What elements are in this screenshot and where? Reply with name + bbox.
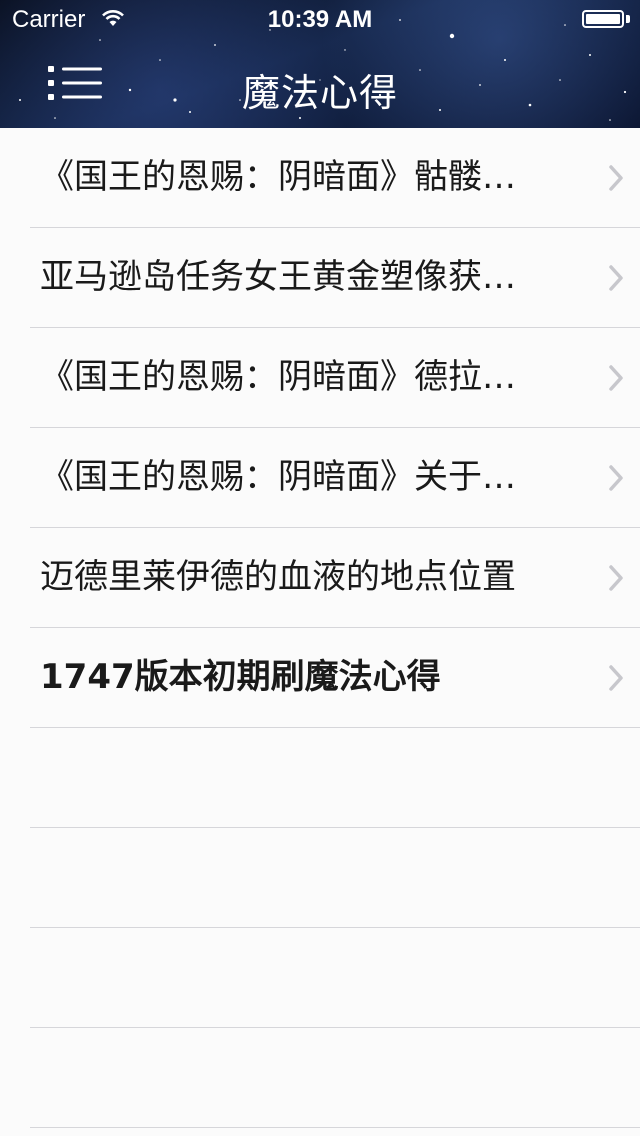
chevron-right-icon: [609, 665, 623, 691]
list-item[interactable]: 迈德里莱伊德的血液的地点位置: [30, 528, 640, 628]
article-list: 《国王的恩赐：阴暗面》骷髅… 亚马逊岛任务女王黄金塑像获… 《国王的恩赐：阴暗面…: [0, 128, 640, 1128]
chevron-right-icon: [609, 465, 623, 491]
chevron-right-icon: [609, 265, 623, 291]
list-item[interactable]: 《国王的恩赐：阴暗面》德拉…: [30, 328, 640, 428]
status-time: 10:39 AM: [267, 6, 373, 33]
list-item-label: 《国王的恩赐：阴暗面》骷髅…: [40, 157, 516, 197]
empty-row: [30, 1028, 640, 1128]
list-item-label: 迈德里莱伊德的血液的地点位置: [40, 557, 516, 597]
list-item[interactable]: 亚马逊岛任务女王黄金塑像获…: [30, 228, 640, 328]
list-item[interactable]: 《国王的恩赐：阴暗面》骷髅…: [30, 128, 640, 228]
list-item-label: 亚马逊岛任务女王黄金塑像获…: [40, 257, 516, 297]
chevron-right-icon: [609, 165, 623, 191]
page-title: 魔法心得: [241, 71, 398, 115]
list-item[interactable]: 1747版本初期刷魔法心得: [30, 628, 640, 728]
chevron-right-icon: [609, 365, 623, 391]
chevron-right-icon: [609, 565, 623, 591]
nav-bar: Carrier 10:39 AM 魔法心得: [0, 0, 640, 128]
list-item-label: 《国王的恩赐：阴暗面》关于…: [40, 457, 516, 497]
status-bar: Carrier 10:39 AM: [0, 0, 640, 40]
list-item[interactable]: 《国王的恩赐：阴暗面》关于…: [30, 428, 640, 528]
empty-row: [30, 728, 640, 828]
empty-row: [30, 928, 640, 1028]
list-item-label: 1747版本初期刷魔法心得: [40, 657, 441, 697]
list-item-label: 《国王的恩赐：阴暗面》德拉…: [40, 357, 516, 397]
empty-row: [30, 828, 640, 928]
battery-icon: [582, 10, 630, 30]
